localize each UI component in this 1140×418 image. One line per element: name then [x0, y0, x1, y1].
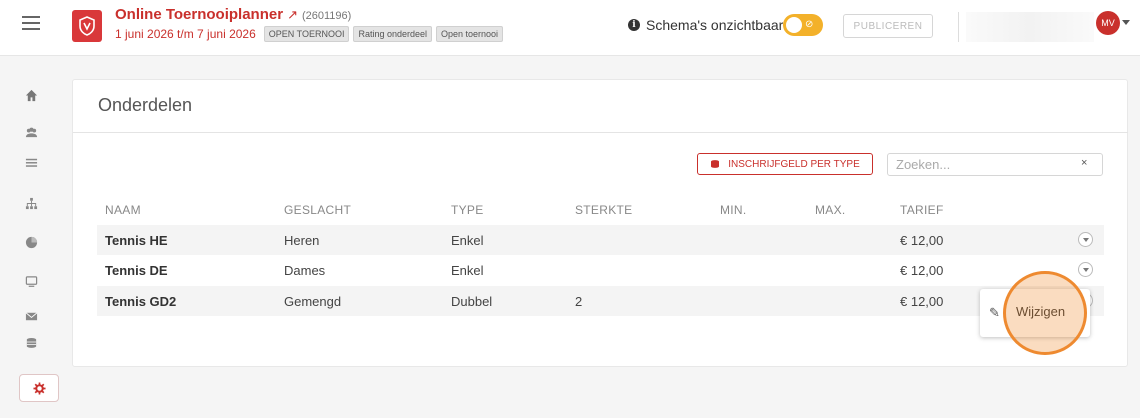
column-header-naam: NAAM [105, 203, 141, 217]
column-header-sterkte: STERKTE [575, 203, 633, 217]
title-divider [73, 132, 1128, 133]
cell-type: Enkel [451, 263, 484, 278]
table-row[interactable]: Tennis DE Dames Enkel € 12,00 [97, 255, 1104, 285]
cell-naam: Tennis HE [105, 233, 168, 248]
cell-tarief: € 12,00 [900, 294, 944, 309]
avatar[interactable]: MV [1096, 11, 1120, 35]
rating-badge: Rating onderdeel [353, 26, 433, 42]
sidebar-item-statistics[interactable] [22, 233, 40, 251]
sidebar-item-mail[interactable] [22, 307, 40, 325]
publish-button[interactable]: PUBLICEREN [843, 14, 933, 38]
monitor-icon [25, 275, 37, 287]
shield-icon [79, 16, 95, 36]
sidebar [0, 56, 59, 418]
type-badge: Open toernooi [436, 26, 504, 42]
sidebar-item-settings[interactable] [19, 374, 59, 402]
app-logo[interactable] [72, 10, 102, 42]
users-icon [25, 127, 37, 137]
sidebar-item-schedule[interactable] [22, 194, 40, 212]
schema-visibility-toggle[interactable]: ⊘ [783, 14, 823, 36]
column-header-min: MIN. [720, 203, 747, 217]
cell-type: Dubbel [451, 294, 493, 309]
search-input[interactable] [887, 153, 1103, 176]
column-header-max: MAX. [815, 203, 846, 217]
fee-per-type-label: INSCHRIJFGELD PER TYPE [728, 158, 860, 170]
table-row[interactable]: Tennis GD2 Gemengd Dubbel 2 € 12,00 [97, 286, 1104, 316]
sidebar-item-list[interactable] [22, 153, 40, 171]
list-icon [25, 158, 37, 167]
tournament-code: (2601196) [301, 10, 352, 22]
tournament-title[interactable]: Online Toernooiplanner [115, 6, 283, 23]
column-header-tarief: TARIEF [900, 203, 944, 217]
toggle-knob [786, 17, 802, 33]
row-dropdown-button[interactable] [1078, 262, 1093, 277]
cell-geslacht: Dames [284, 263, 326, 278]
column-header-type: TYPE [451, 203, 484, 217]
cell-naam: Tennis GD2 [105, 294, 177, 309]
pencil-icon: ✎ [989, 305, 1000, 320]
onderdelen-card: Onderdelen INSCHRIJFGELD PER TYPE × NAAM… [72, 79, 1128, 367]
row-dropdown-button[interactable] [1078, 232, 1093, 247]
home-icon [25, 89, 37, 101]
bracket-icon [25, 197, 37, 209]
hamburger-menu-icon[interactable] [22, 16, 40, 32]
top-bar: Online Toernooiplanner ↗ (2601196) 1 jun… [0, 0, 1140, 56]
coins-icon [711, 160, 720, 168]
sidebar-item-home[interactable] [22, 86, 40, 104]
cell-geslacht: Heren [284, 233, 320, 248]
cell-geslacht: Gemengd [284, 294, 342, 309]
page-title: Onderdelen [98, 95, 193, 115]
cell-type: Enkel [451, 233, 484, 248]
table-row[interactable]: Tennis HE Heren Enkel € 12,00 [97, 225, 1104, 255]
sidebar-item-display[interactable] [22, 272, 40, 290]
cell-tarief: € 12,00 [900, 233, 944, 248]
close-icon[interactable]: × [1081, 157, 1087, 169]
sidebar-item-users[interactable] [22, 123, 40, 141]
column-header-geslacht: GESLACHT [284, 203, 352, 217]
eye-slash-icon: ⊘ [805, 19, 814, 30]
status-badge: OPEN TOERNOOI [263, 26, 350, 42]
coins-icon [26, 337, 36, 348]
schema-visibility-status: i Schema's onzichtbaar [628, 17, 783, 33]
header-divider [958, 12, 959, 42]
mail-icon [25, 311, 37, 320]
cell-sterkte: 2 [575, 294, 583, 309]
gear-icon [32, 381, 46, 395]
fee-per-type-button[interactable]: INSCHRIJFGELD PER TYPE [697, 153, 873, 175]
sidebar-item-finance[interactable] [22, 333, 40, 351]
cell-naam: Tennis DE [105, 263, 168, 278]
click-highlight [1003, 271, 1087, 355]
schema-status-label: Schema's onzichtbaar [646, 17, 784, 33]
pie-chart-icon [25, 236, 37, 248]
redacted-area [966, 12, 1094, 42]
chevron-down-icon[interactable] [1122, 20, 1130, 25]
info-icon: i [628, 19, 640, 31]
tournament-dates: 1 juni 2026 t/m 7 juni 2026 [115, 27, 256, 41]
external-link-icon[interactable]: ↗ [287, 7, 298, 23]
cell-tarief: € 12,00 [900, 263, 944, 278]
